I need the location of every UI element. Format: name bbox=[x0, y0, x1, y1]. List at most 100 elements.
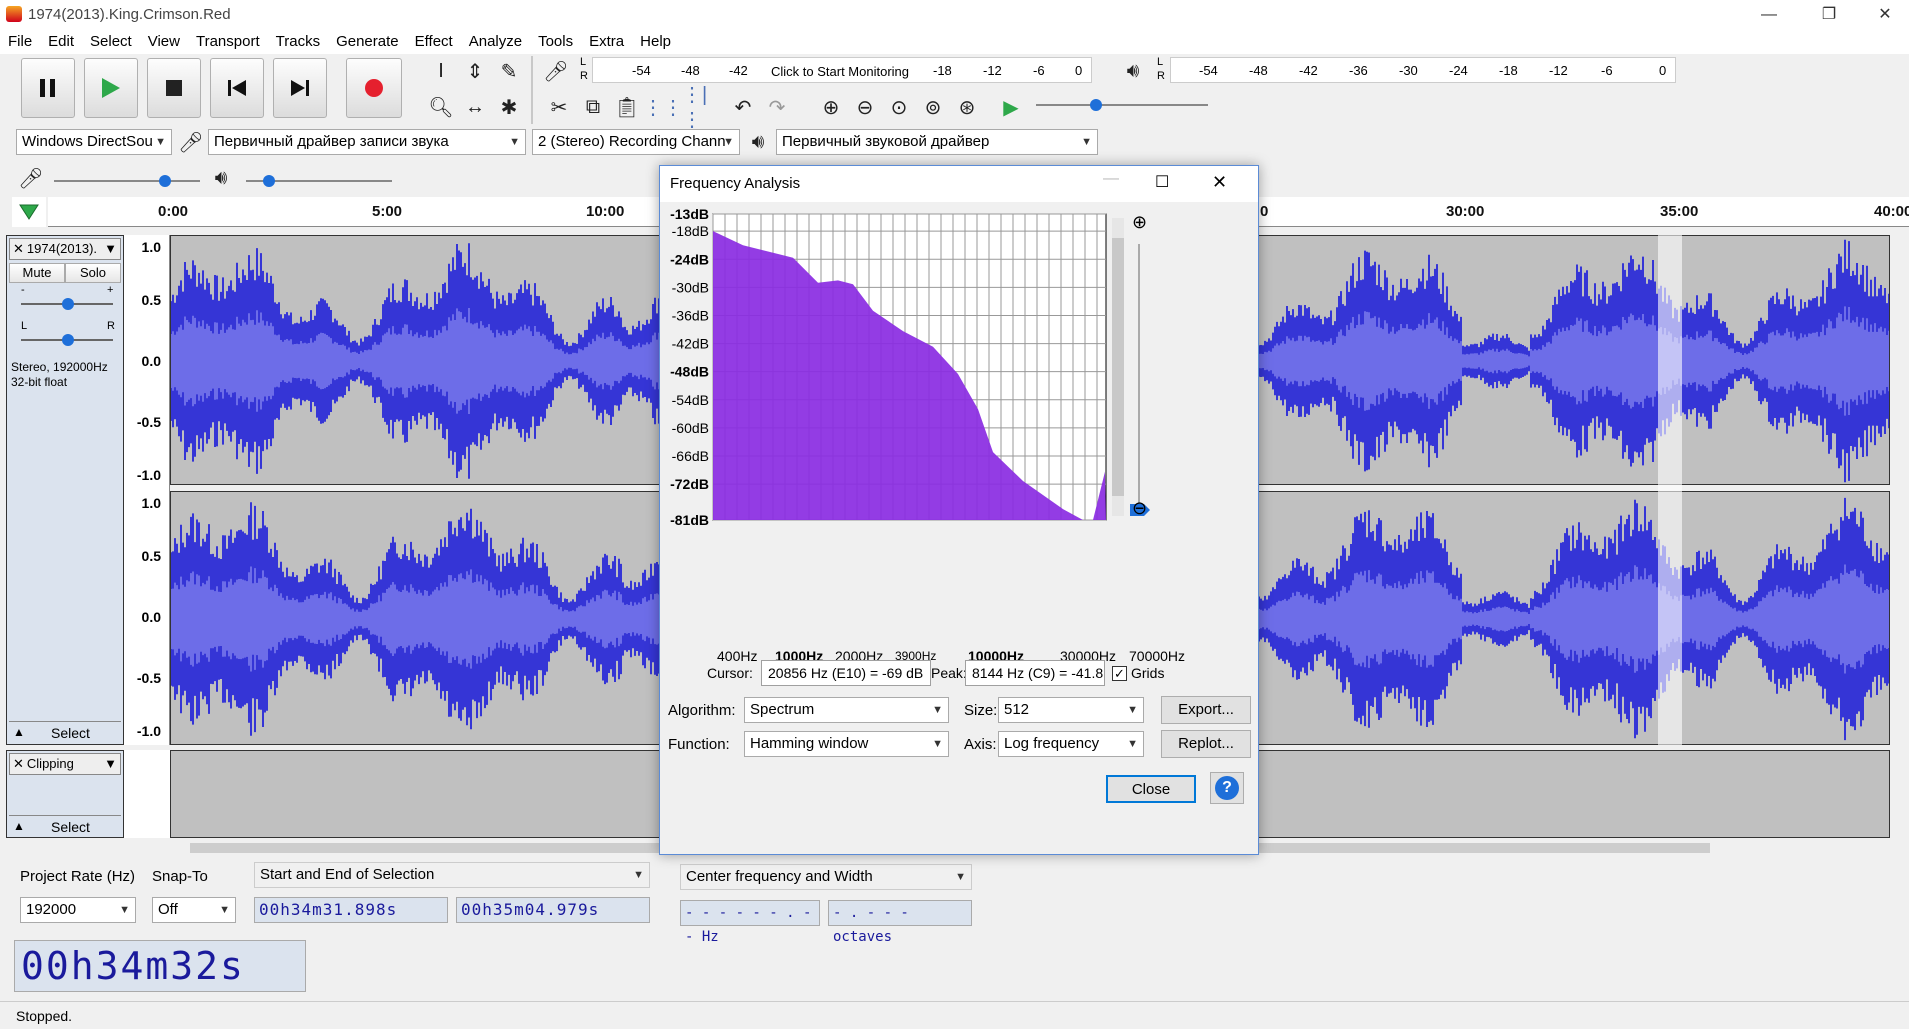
draw-tool-icon[interactable]: ✎ bbox=[494, 56, 524, 86]
plot-scrollbar-thumb[interactable] bbox=[1112, 238, 1124, 496]
play-speed-slider[interactable] bbox=[1036, 104, 1208, 106]
time-display[interactable]: 00h34m32s bbox=[14, 940, 306, 992]
paste-icon[interactable]: 📋︎ bbox=[612, 92, 642, 122]
minimize-button[interactable]: — bbox=[1746, 0, 1792, 30]
audio-host-select[interactable]: Windows DirectSou ▼ bbox=[16, 129, 172, 155]
playback-volume-thumb[interactable] bbox=[263, 175, 275, 187]
selection-mode-select[interactable]: Start and End of Selection ▼ bbox=[254, 862, 650, 888]
track-close-icon[interactable]: ✕ bbox=[10, 241, 27, 256]
pause-button[interactable] bbox=[21, 58, 75, 118]
menu-generate[interactable]: Generate bbox=[328, 30, 407, 50]
multi-tool-icon[interactable]: ✱ bbox=[494, 92, 524, 122]
axis-select[interactable]: Log frequency ▼ bbox=[998, 731, 1144, 757]
record-volume-slider[interactable] bbox=[54, 180, 200, 182]
menu-help[interactable]: Help bbox=[632, 30, 679, 50]
track-select-button[interactable]: Select bbox=[51, 725, 90, 741]
label-track-name-menu[interactable]: ✕ Clipping ▼ bbox=[9, 753, 121, 775]
recording-device-select[interactable]: Первичный драйвер записи звука ▼ bbox=[208, 129, 526, 155]
label-track-select-button[interactable]: Select bbox=[51, 819, 90, 835]
algorithm-select[interactable]: Spectrum ▼ bbox=[744, 697, 949, 723]
record-meter[interactable]: -54 -48 -42 Click to Start Monitoring -1… bbox=[592, 57, 1092, 83]
selection-end-time[interactable]: 00h35m04.979s bbox=[456, 897, 650, 923]
play-speed-thumb[interactable] bbox=[1090, 99, 1102, 111]
solo-button[interactable]: Solo bbox=[65, 263, 121, 283]
axis-label: Axis: bbox=[964, 736, 997, 753]
close-window-button[interactable]: ✕ bbox=[1862, 0, 1908, 30]
recording-channels-select[interactable]: 2 (Stereo) Recording Chann ▼ bbox=[532, 129, 740, 155]
maximize-button[interactable]: ❐ bbox=[1806, 0, 1852, 30]
play-at-speed-icon[interactable]: ▶ bbox=[996, 92, 1026, 122]
bandwidth-field[interactable]: - . - - - octaves bbox=[828, 900, 972, 945]
zoom-in-plot-icon[interactable]: ⊕ bbox=[1132, 212, 1147, 233]
track-name-menu[interactable]: ✕ 1974(2013). ▼ bbox=[9, 238, 121, 260]
function-select[interactable]: Hamming window ▼ bbox=[744, 731, 949, 757]
menu-effect[interactable]: Effect bbox=[407, 30, 461, 50]
fit-project-icon[interactable]: ⊚ bbox=[918, 92, 948, 122]
play-button[interactable] bbox=[84, 58, 138, 118]
freq-label-400: 400Hz bbox=[717, 648, 758, 664]
zoom-out-icon[interactable]: ⊖ bbox=[850, 92, 880, 122]
menu-tracks[interactable]: Tracks bbox=[268, 30, 328, 50]
undo-icon[interactable]: ↶ bbox=[728, 92, 758, 122]
zoom-tool-icon[interactable]: 🔍︎ bbox=[426, 92, 456, 122]
dialog-maximize-icon[interactable]: ☐ bbox=[1155, 172, 1169, 192]
zoom-in-icon[interactable]: ⊕ bbox=[816, 92, 846, 122]
gain-thumb[interactable] bbox=[62, 298, 74, 310]
stop-button[interactable] bbox=[147, 58, 201, 118]
project-rate-select[interactable]: 192000 ▼ bbox=[20, 897, 136, 923]
menu-analyze[interactable]: Analyze bbox=[461, 30, 530, 50]
selection-start-time[interactable]: 00h34m31.898s bbox=[254, 897, 448, 923]
trim-icon[interactable]: ⋮⋮ bbox=[643, 92, 683, 122]
record-volume-thumb[interactable] bbox=[159, 175, 171, 187]
menu-extra[interactable]: Extra bbox=[581, 30, 632, 50]
menu-edit[interactable]: Edit bbox=[40, 30, 82, 50]
dialog-minimize-icon[interactable]: — bbox=[1103, 170, 1119, 188]
label-track-panel: ✕ Clipping ▼ ▲ Select bbox=[6, 750, 124, 838]
spectral-mode-select[interactable]: Center frequency and Width ▼ bbox=[680, 864, 972, 890]
timeline-options[interactable] bbox=[12, 197, 46, 227]
snap-to-select[interactable]: Off ▼ bbox=[152, 897, 236, 923]
menu-file[interactable]: File bbox=[0, 30, 40, 50]
spectrum-plot[interactable]: -13dB-18dB -24dB -30dB -36dB -42dB -48dB -54dB… bbox=[660, 202, 1258, 672]
play-meter[interactable]: -54 -48 -42 -36 -30 -24 -18 -12 -6 0 bbox=[1170, 57, 1676, 83]
fit-selection-icon[interactable]: ⊙ bbox=[884, 92, 914, 122]
menu-tools[interactable]: Tools bbox=[530, 30, 581, 50]
grids-checkbox[interactable]: ✓ bbox=[1112, 666, 1127, 681]
skip-to-start-button[interactable] bbox=[210, 58, 264, 118]
db-tick-label: -24dB bbox=[670, 251, 709, 267]
label-track-close-icon[interactable]: ✕ bbox=[10, 756, 27, 771]
playback-device-select[interactable]: Первичный звуковой драйвер ▼ bbox=[776, 129, 1098, 155]
menu-select[interactable]: Select bbox=[82, 30, 140, 50]
monitoring-prompt[interactable]: Click to Start Monitoring bbox=[771, 64, 909, 79]
envelope-tool-icon[interactable]: ⇕ bbox=[460, 56, 490, 86]
silence-icon[interactable]: ⋮|⋮ bbox=[682, 84, 712, 131]
cut-icon[interactable]: ✂ bbox=[544, 92, 574, 122]
help-button[interactable]: ? bbox=[1210, 772, 1244, 804]
replot-button[interactable]: Replot... bbox=[1161, 730, 1251, 758]
zoom-toggle-icon[interactable]: ⊛ bbox=[952, 92, 982, 122]
mute-button[interactable]: Mute bbox=[9, 263, 65, 283]
skip-start-icon bbox=[228, 80, 246, 96]
zoom-out-plot-icon[interactable]: ⊖ bbox=[1132, 498, 1147, 519]
menu-transport[interactable]: Transport bbox=[188, 30, 268, 50]
play-meter-speaker-icon[interactable]: 🔊︎ bbox=[1118, 56, 1148, 86]
size-select[interactable]: 512 ▼ bbox=[998, 697, 1144, 723]
export-button[interactable]: Export... bbox=[1161, 696, 1251, 724]
selection-tool-icon[interactable]: I bbox=[426, 56, 456, 86]
record-volume-mic-icon: 🎤︎ bbox=[18, 167, 44, 190]
center-frequency-field[interactable]: - - - - - - . - - Hz bbox=[680, 900, 820, 945]
record-button[interactable] bbox=[346, 58, 402, 118]
pan-thumb[interactable] bbox=[62, 334, 74, 346]
redo-icon[interactable]: ↷ bbox=[762, 92, 792, 122]
dialog-close-icon[interactable]: ✕ bbox=[1212, 172, 1227, 193]
collapse-icon[interactable]: ▲ bbox=[13, 725, 25, 739]
vertical-scrollbar[interactable] bbox=[1896, 235, 1909, 838]
label-track-gap bbox=[124, 750, 170, 838]
menu-view[interactable]: View bbox=[140, 30, 188, 50]
close-button[interactable]: Close bbox=[1106, 775, 1196, 803]
record-meter-mic-icon[interactable]: 🎤︎ bbox=[541, 56, 571, 86]
label-track-collapse-icon[interactable]: ▲ bbox=[13, 819, 25, 833]
time-shift-tool-icon[interactable]: ↔ bbox=[460, 92, 490, 122]
skip-to-end-button[interactable] bbox=[273, 58, 327, 118]
copy-icon[interactable]: ⧉ bbox=[578, 92, 608, 122]
